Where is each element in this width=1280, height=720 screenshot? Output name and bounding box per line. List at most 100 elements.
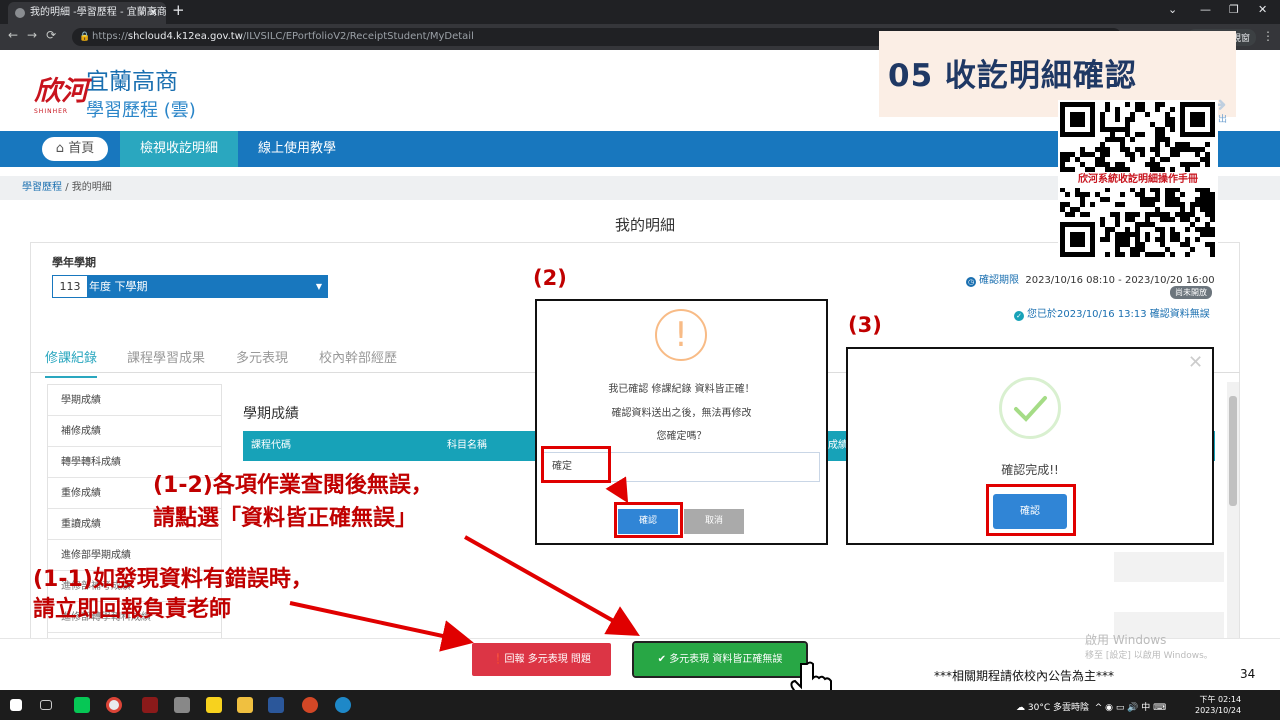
deadline-range: 2023/10/16 08:10 - 2023/10/20 16:00	[1025, 275, 1215, 286]
shinher-logo: 欣河	[34, 76, 88, 107]
annotation-1-2-line2: 請點選「資料皆正確無誤」	[153, 506, 418, 531]
chrome-icon[interactable]	[106, 697, 122, 713]
scrollbar[interactable]	[1227, 382, 1239, 652]
dialog-cancel-button[interactable]: 取消	[684, 509, 744, 534]
lock-icon: 🔒	[79, 32, 91, 42]
logout-label[interactable]: 出	[1218, 112, 1227, 125]
close-icon[interactable]: ✕	[1188, 352, 1203, 373]
breadcrumb-current: 我的明細	[71, 182, 112, 193]
term-year: 113	[53, 276, 87, 297]
side-item-semester[interactable]: 學期成績	[48, 385, 221, 416]
tab-title: 我的明細 -學習歷程 - 宜蘭高商	[30, 7, 166, 18]
term-label: 學年學期	[52, 256, 96, 269]
slide-title: 05 收訖明細確認	[888, 58, 1137, 94]
check-circle-icon: ✓	[1014, 311, 1024, 321]
tab-diverse-performance[interactable]: 多元表現	[236, 347, 288, 366]
nav-tutorial[interactable]: 線上使用教學	[258, 131, 336, 167]
powerpoint-icon[interactable]	[302, 697, 318, 713]
success-highlight-box	[986, 484, 1076, 536]
clock[interactable]: 下午 02:14 2023/10/24	[1195, 694, 1241, 716]
close-window-icon[interactable]: ✕	[1258, 3, 1267, 16]
home-icon: ⌂	[55, 141, 65, 156]
clock-icon: ◷	[966, 277, 976, 287]
restore-icon[interactable]: ❐	[1229, 3, 1239, 16]
breadcrumb-separator: /	[65, 182, 69, 193]
logo-subtext: SHINHER	[34, 108, 69, 115]
browser-tab[interactable]: 我的明細 -學習歷程 - 宜蘭高商 ✕	[8, 2, 166, 24]
edge-icon[interactable]	[335, 697, 351, 713]
word-icon[interactable]	[268, 697, 284, 713]
url-host: shcloud4.k12ea.gov.tw	[127, 31, 243, 42]
correct-label: 多元表現 資料皆正確無誤	[669, 654, 783, 665]
term-text: 年度 下學期	[89, 280, 148, 293]
close-tab-icon[interactable]: ✕	[149, 2, 158, 24]
task-view-icon[interactable]	[40, 700, 52, 710]
weather-icon: ☁	[1016, 703, 1025, 713]
confirmed-text: 您已於2023/10/16 13:13 確認資料無誤	[1027, 309, 1210, 320]
table-row	[1114, 552, 1224, 582]
ime-indicator[interactable]: 中	[1141, 703, 1150, 713]
schedule-note: ***相關期程請依校內公告為主***	[934, 669, 1115, 683]
report-problem-button[interactable]: ❗回報 多元表現 問題	[472, 643, 611, 676]
url-path: /ILVSILC/EPortfolioV2/ReceiptStudent/MyD…	[242, 31, 474, 42]
deadline-label: 確認期限	[979, 275, 1019, 286]
app-icon[interactable]	[142, 697, 158, 713]
input-highlight-box	[541, 446, 611, 483]
tab-learning-results[interactable]: 課程學習成果	[127, 347, 205, 366]
dialog-line-1: 我已確認 修課紀錄 資料皆正確！	[608, 384, 755, 395]
data-correct-button[interactable]: ✔ 多元表現 資料皆正確無誤	[632, 641, 808, 678]
windows-activate-hint: 移至 [設定] 以啟用 Windows。	[1085, 651, 1213, 661]
browser-tab-strip	[0, 0, 1280, 24]
alert-icon: ❗	[492, 654, 505, 665]
clock-time: 下午 02:14	[1199, 695, 1242, 704]
slide-page-number: 34	[1240, 667, 1256, 681]
scrollbar-thumb[interactable]	[1229, 396, 1237, 506]
section-title: 學期成績	[243, 406, 299, 422]
minimize-icon[interactable]: —	[1200, 3, 1211, 16]
step-label-2: (2)	[533, 266, 567, 290]
status-badge: 尚未開放	[1170, 286, 1212, 299]
home-button[interactable]: ⌂ 首頁	[42, 137, 108, 161]
favicon-icon	[15, 8, 25, 18]
browser-menu-icon[interactable]: ⋮	[1262, 29, 1274, 43]
confirm-highlight-box	[614, 502, 683, 538]
breadcrumb-root[interactable]: 學習歷程	[22, 182, 62, 193]
windows-activate-title: 啟用 Windows	[1085, 633, 1167, 647]
annotation-1-1-line1: (1-1)如發現資料有錯誤時，	[33, 567, 313, 592]
dropdown-caret-icon: ▼	[315, 282, 322, 291]
tab-cadre-experience[interactable]: 校內幹部經歷	[319, 347, 397, 366]
tab-search-icon[interactable]: ⌄	[1168, 3, 1177, 16]
url-prefix: https://	[92, 31, 128, 42]
school-name: 宜蘭高商	[86, 69, 178, 95]
side-item-makeup[interactable]: 補修成績	[48, 416, 221, 447]
deadline-info: ◷ 確認期限 2023/10/16 08:10 - 2023/10/20 16:0…	[966, 271, 1215, 287]
windows-start-icon[interactable]	[10, 699, 22, 711]
app-icon[interactable]	[174, 697, 190, 713]
warning-icon: !	[655, 309, 707, 361]
browser-nav-icons[interactable]: ←→⟳	[8, 28, 65, 42]
system-tray[interactable]: ☁ 30°C 多雲時陰 ^ ◉ ▭ 🔊 中 ⌨	[1016, 700, 1166, 713]
success-message: 確認完成!!	[1001, 463, 1059, 477]
line-app-icon[interactable]	[74, 697, 90, 713]
new-tab-icon[interactable]: +	[172, 1, 185, 19]
annotation-1-2-line1: (1-2)各項作業查閱後無誤，	[153, 473, 433, 498]
dialog-line-2: 確認資料送出之後，無法再修改	[611, 408, 752, 419]
system-name: 學習歷程 (雲)	[86, 100, 196, 121]
nav-view-receipt[interactable]: 檢視收訖明細	[120, 131, 238, 167]
col-subject-name: 科目名稱	[447, 440, 487, 451]
sticky-notes-icon[interactable]	[206, 697, 222, 713]
col-score: 成績	[828, 440, 848, 451]
home-label: 首頁	[68, 141, 95, 156]
success-check-icon	[999, 377, 1061, 439]
col-course-code: 課程代碼	[251, 440, 291, 451]
tab-course-records[interactable]: 修課紀錄	[45, 347, 98, 378]
check-icon: ✔	[657, 654, 666, 665]
report-label: 回報 多元表現 問題	[504, 654, 591, 665]
weather-text: 30°C 多雲時陰	[1027, 703, 1089, 713]
file-explorer-icon[interactable]	[237, 697, 253, 713]
dialog-line-3: 您確定嗎？	[656, 431, 707, 442]
term-select[interactable]: 113 年度 下學期 ▼	[52, 275, 328, 298]
step-label-3: (3)	[848, 313, 882, 337]
annotation-1-1-line2: 請立即回報負責老師	[33, 597, 232, 622]
clock-date: 2023/10/24	[1195, 706, 1242, 715]
